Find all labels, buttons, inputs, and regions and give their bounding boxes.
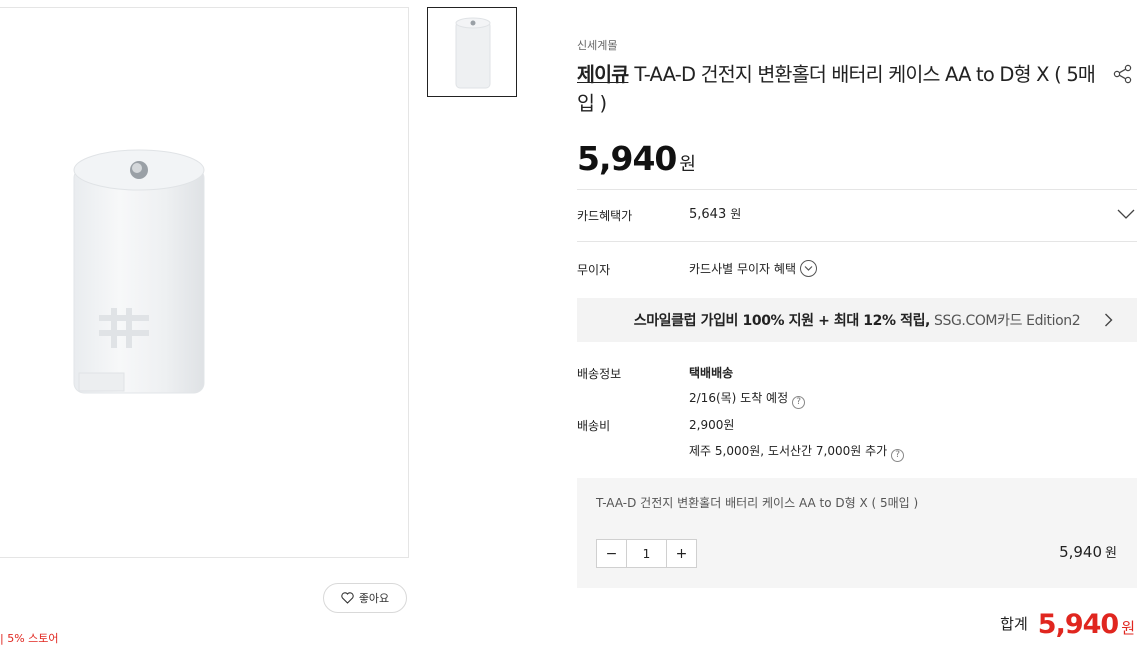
thumbnail-image: [455, 17, 491, 89]
thumbnail-1[interactable]: [427, 7, 517, 97]
promo-banner[interactable]: 스마일클럽 가입비 100% 지원 + 최대 12% 적립, SSG.COM카드 …: [577, 298, 1137, 342]
product-image: [73, 149, 205, 394]
help-icon[interactable]: ?: [792, 396, 806, 409]
product-name: T-AA-D 건전지 변환홀더 배터리 케이스 AA to D형 X ( 5매입…: [577, 63, 1096, 115]
installment-label: 무이자: [577, 263, 611, 277]
shipping-extra: 제주 5,000원, 도서산간 7,000원 추가?: [689, 442, 905, 462]
option-price: 5,940 원: [1059, 542, 1117, 561]
card-benefit-label: 카드혜택가: [577, 209, 633, 223]
heart-icon: [341, 592, 354, 604]
installment-value: 카드사별 무이자 혜택: [689, 262, 796, 276]
shipping-fee-label: 배송비: [577, 419, 611, 433]
promo-card-text: SSG.COM카드 Edition2: [933, 313, 1081, 329]
help-icon[interactable]: ?: [891, 449, 905, 462]
chevron-down-circle-icon: [800, 260, 817, 277]
brand-link[interactable]: 제이큐: [577, 63, 629, 86]
divider: [577, 189, 1137, 190]
total-unit: 원: [1121, 619, 1135, 637]
product-title: 제이큐 T-AA-D 건전지 변환홀더 배터리 케이스 AA to D형 X ( …: [577, 60, 1097, 118]
card-benefit-price: 5,643: [689, 207, 727, 222]
share-icon[interactable]: [1113, 64, 1133, 84]
price-unit: 원: [679, 154, 696, 175]
selected-option-box: T-AA-D 건전지 변환홀더 배터리 케이스 AA to D형 X ( 5매입…: [577, 478, 1137, 588]
like-label: 좋아요: [358, 592, 390, 605]
price-value: 5,940: [577, 139, 677, 178]
shipping-info-label: 배송정보: [577, 367, 622, 381]
shipping-method: 택배배송: [689, 366, 734, 380]
arrival-text: 2/16(목) 도착 예정: [689, 391, 789, 405]
quantity-minus-button[interactable]: −: [597, 540, 626, 567]
card-benefit-unit: 원: [730, 207, 742, 221]
promo-strong-text: 스마일클럽 가입비 100% 지원 + 최대 12% 적립,: [633, 313, 931, 329]
quantity-plus-button[interactable]: +: [667, 540, 696, 567]
main-product-image: [0, 7, 409, 558]
option-price-unit: 원: [1105, 546, 1117, 561]
total-price: 합계 5,940 원: [1000, 609, 1135, 640]
installment-link[interactable]: 카드사별 무이자 혜택: [689, 260, 817, 277]
option-price-value: 5,940: [1059, 543, 1103, 561]
total-label: 합계: [1000, 615, 1028, 633]
quantity-value[interactable]: 1: [626, 540, 667, 567]
option-name: T-AA-D 건전지 변환홀더 배터리 케이스 AA to D형 X ( 5매입…: [596, 496, 919, 510]
like-button[interactable]: 좋아요: [323, 583, 407, 613]
shipping-extra-text: 제주 5,000원, 도서산간 7,000원 추가: [689, 444, 888, 458]
sale-price: 5,940 원: [577, 139, 696, 178]
shipping-fee: 2,900원: [689, 418, 735, 432]
card-benefit-value: 5,643 원: [689, 205, 741, 222]
store-name[interactable]: 신세계몰: [577, 37, 617, 53]
chevron-down-icon[interactable]: [1117, 207, 1135, 221]
store-badge: | 5% 스토어: [0, 632, 59, 645]
total-value: 5,940: [1037, 609, 1119, 640]
shipping-arrival: 2/16(목) 도착 예정?: [689, 389, 806, 409]
chevron-right-icon: [1105, 313, 1113, 327]
product-info-panel: 신세계몰 제이큐 T-AA-D 건전지 변환홀더 배터리 케이스 AA to D형…: [577, 0, 1147, 646]
divider: [577, 241, 1137, 242]
quantity-stepper: − 1 +: [596, 539, 697, 568]
